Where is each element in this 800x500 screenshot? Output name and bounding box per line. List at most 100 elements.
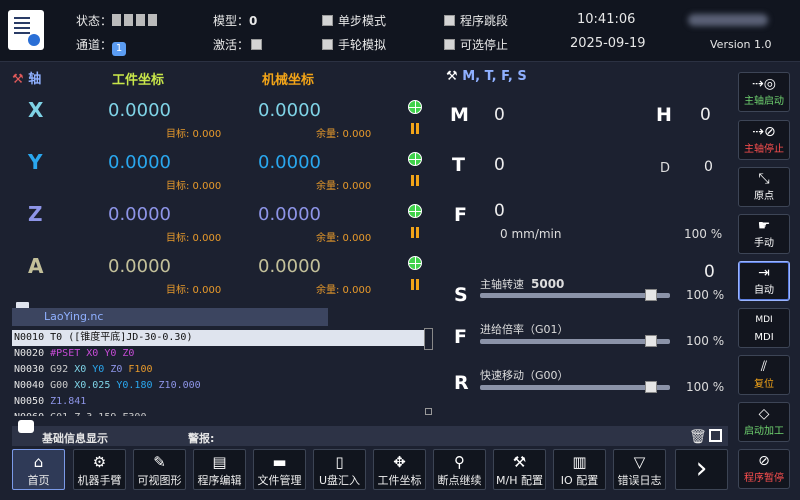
code-token: Z0 — [110, 364, 129, 375]
f-percent: 100 % — [684, 227, 723, 241]
bottom-button-move[interactable]: ✥ 工件坐标 — [373, 449, 426, 490]
program-line[interactable]: N0030 G92 X0 Y0 Z0 F100 — [12, 362, 424, 378]
activate-checkbox[interactable] — [251, 39, 263, 50]
trash-icon[interactable]: 🗑 — [689, 429, 707, 445]
bottom-button-next[interactable]: › — [675, 449, 728, 490]
program-line[interactable]: N0010 T0 ([锥度平底]JD-30-0.30) — [12, 330, 424, 346]
warning-icon: ▽ — [633, 453, 646, 471]
bottom-button-graphics[interactable]: ✎ 可视图形 — [133, 449, 186, 490]
rapid-slider-knob[interactable] — [645, 381, 657, 393]
side-button-spindle-start[interactable]: ⇢◎ 主轴启动 — [738, 72, 790, 112]
side-button-origin[interactable]: ⤡ 原点 — [738, 167, 790, 207]
optional-stop-option[interactable]: 可选停止 — [444, 36, 508, 53]
program-line[interactable]: N0060 G01 Z-3.159 F300 — [12, 410, 424, 416]
rapid-label: R — [454, 372, 469, 394]
side-button-mdi[interactable]: MDI MDI — [738, 308, 790, 348]
cnc-controller-screen: 状态： 通道： 1 模型：0 激活： 单步模式 手轮模拟 程序跳段 可选停止 10… — [0, 0, 800, 500]
activate-field: 激活： — [213, 36, 267, 53]
side-button-reset[interactable]: ⫽ 复位 — [738, 355, 790, 395]
code-token: X0 — [74, 364, 93, 375]
line-number: N0030 — [14, 364, 45, 375]
channel-badge[interactable]: 1 — [112, 42, 127, 56]
manual-icon: ☛ — [757, 218, 771, 234]
axes-title: 轴 — [28, 72, 42, 87]
feed-slider-knob[interactable] — [645, 335, 657, 347]
window-icon[interactable] — [709, 429, 722, 442]
axis-pause-icon[interactable] — [410, 123, 420, 134]
f-value: 0 — [494, 201, 505, 221]
bottom-button-robot-arm[interactable]: ⚙ 机器手臂 — [73, 449, 126, 490]
origin-icon: ⤡ — [758, 171, 770, 187]
handwheel-option[interactable]: 手轮模拟 — [322, 36, 386, 53]
start-machining-icon: ◇ — [758, 406, 770, 422]
feed-slider-track[interactable] — [480, 339, 670, 344]
program-listing[interactable]: N0010 T0 ([锥度平底]JD-30-0.30) N0020 #PSET X… — [12, 330, 424, 416]
spindle-stop-icon: ⇢⊘ — [752, 124, 776, 140]
h-value: 0 — [700, 105, 711, 125]
axis-home-icon[interactable] — [408, 152, 422, 166]
axis-home-icon[interactable] — [408, 256, 422, 270]
graphics-icon: ✎ — [153, 453, 166, 471]
feed-percent: 100 % — [686, 334, 725, 348]
single-step-option[interactable]: 单步模式 — [322, 12, 386, 29]
program-line[interactable]: N0020 #PSET X0 Y0 Z0 — [12, 346, 424, 362]
mtfs-title: M, T, F, S — [462, 69, 527, 84]
optional-stop-checkbox[interactable] — [444, 39, 455, 50]
program-skip-checkbox[interactable] — [444, 15, 455, 26]
machine-coord-header: 机械坐标 — [262, 73, 315, 88]
bottom-button-program-edit[interactable]: ▤ 程序编辑 — [193, 449, 246, 490]
program-scrollbar[interactable] — [424, 328, 433, 350]
program-line[interactable]: N0040 G00 X0.025 Y0.180 Z10.000 — [12, 378, 424, 394]
status-label: 状态： — [76, 14, 113, 28]
program-line[interactable]: N0050 Z1.841 — [12, 394, 424, 410]
move-icon: ✥ — [393, 453, 406, 471]
alarm-label: 警报: — [188, 432, 215, 445]
single-step-checkbox[interactable] — [322, 15, 333, 26]
code-token: Y0 — [92, 364, 111, 375]
next-icon: › — [695, 451, 708, 486]
rapid-slider-track[interactable] — [480, 385, 670, 390]
bottom-button-io[interactable]: ▥ IO 配置 — [553, 449, 606, 490]
side-button-program-pause[interactable]: ⊘ 程序暂停 — [738, 449, 790, 489]
bottom-button-folder[interactable]: ▬ 文件管理 — [253, 449, 306, 490]
axis-home-icon[interactable] — [408, 204, 422, 218]
side-button-auto[interactable]: ⇥ 自动 — [738, 261, 790, 301]
axis-pause-icon[interactable] — [410, 175, 420, 186]
axis-home-icon[interactable] — [408, 100, 422, 114]
bottom-button-search[interactable]: ⚲ 断点继续 — [433, 449, 486, 490]
expand-icon[interactable] — [425, 408, 432, 415]
spindle-start-icon: ⇢◎ — [752, 76, 776, 92]
bottom-button-home[interactable]: ⌂ 首页 — [12, 449, 65, 490]
program-skip-option[interactable]: 程序跳段 — [444, 12, 508, 29]
model-value: 0 — [249, 14, 258, 28]
code-token: X0.025 — [74, 380, 117, 391]
bottom-button-usb[interactable]: ▯ U盘汇入 — [313, 449, 366, 490]
target-value: 目标: 0.000 — [166, 129, 222, 140]
axis-pause-icon[interactable] — [410, 279, 420, 290]
clock-date: 2025-09-19 — [570, 36, 646, 51]
spindle-slider-knob[interactable] — [645, 289, 657, 301]
mdi-icon: MDI — [755, 315, 773, 325]
side-button-start-machining[interactable]: ◇ 启动加工 — [738, 402, 790, 442]
io-icon: ▥ — [572, 453, 587, 471]
bottom-button-warning[interactable]: ▽ 错误日志 — [613, 449, 666, 490]
remain-value: 余量: 0.000 — [316, 285, 372, 296]
side-button-manual[interactable]: ☛ 手动 — [738, 214, 790, 254]
remain-value: 余量: 0.000 — [316, 233, 372, 244]
handwheel-checkbox[interactable] — [322, 39, 333, 50]
model-label: 模型： — [213, 14, 250, 28]
wrench-icon: ⚒ — [512, 453, 527, 471]
spindle-slider-track[interactable] — [480, 293, 670, 298]
code-token: Y0.180 — [116, 380, 159, 391]
channel-label: 通道： — [76, 38, 113, 52]
bottom-button-label: 断点继续 — [437, 474, 482, 487]
bottom-button-wrench[interactable]: ⚒ M/H 配置 — [493, 449, 546, 490]
activate-label: 激活： — [213, 38, 250, 52]
axis-pause-icon[interactable] — [410, 227, 420, 238]
machine-coord-value: 0.0000 — [258, 204, 321, 225]
side-button-spindle-stop[interactable]: ⇢⊘ 主轴停止 — [738, 120, 790, 160]
clock-time: 10:41:06 — [577, 12, 636, 27]
workpiece-coord-value: 0.0000 — [108, 256, 171, 277]
h-label: H — [656, 104, 672, 126]
bottom-button-label: 工件坐标 — [377, 474, 422, 487]
